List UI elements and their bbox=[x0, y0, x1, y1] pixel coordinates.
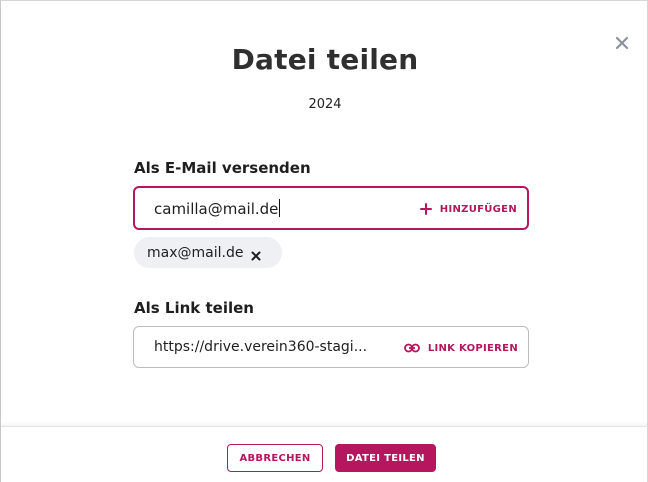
link-icon bbox=[403, 343, 420, 353]
link-section-label: Als Link teilen bbox=[134, 299, 254, 317]
add-recipient-button[interactable]: HINZUFÜGEN bbox=[419, 200, 517, 218]
email-input[interactable]: camilla@mail.de HINZUFÜGEN bbox=[133, 186, 529, 230]
cancel-button[interactable]: ABBRECHEN bbox=[227, 444, 323, 472]
plus-icon bbox=[419, 203, 432, 215]
share-link-value: https://drive.verein360-stagi... bbox=[154, 339, 368, 355]
share-file-dialog: Datei teilen 2024 Als E-Mail versenden c… bbox=[0, 0, 648, 482]
dialog-title: Datei teilen bbox=[231, 43, 419, 76]
dialog-subtitle: 2024 bbox=[308, 97, 342, 112]
copy-link-button[interactable]: LINK KOPIEREN bbox=[403, 339, 518, 357]
close-icon bbox=[251, 251, 261, 260]
text-caret bbox=[279, 199, 281, 217]
dialog-footer: ABBRECHEN DATEI TEILEN bbox=[1, 426, 648, 482]
remove-recipient-button[interactable] bbox=[250, 247, 262, 260]
share-link-field[interactable]: https://drive.verein360-stagi... LINK KO… bbox=[133, 326, 529, 368]
share-file-button[interactable]: DATEI TEILEN bbox=[335, 444, 436, 472]
email-input-value[interactable]: camilla@mail.de bbox=[154, 199, 281, 218]
add-recipient-label: HINZUFÜGEN bbox=[439, 203, 517, 215]
recipient-chip-label: max@mail.de bbox=[147, 244, 244, 261]
email-section-label: Als E-Mail versenden bbox=[134, 159, 311, 177]
recipient-chip: max@mail.de bbox=[134, 237, 282, 268]
copy-link-label: LINK KOPIEREN bbox=[427, 342, 518, 354]
